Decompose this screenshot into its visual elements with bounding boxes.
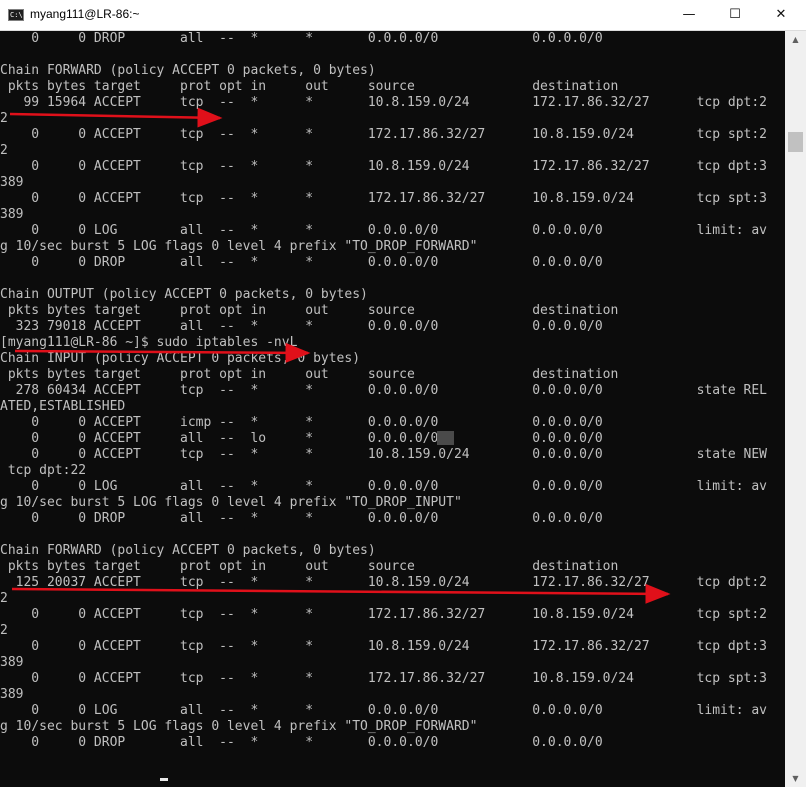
red-arrow-forward-rule-updated (11, 583, 671, 604)
annotation-arrows (9, 107, 671, 604)
red-arrow-iptables-command (14, 342, 311, 363)
red-arrow-forward-rule (9, 107, 223, 128)
